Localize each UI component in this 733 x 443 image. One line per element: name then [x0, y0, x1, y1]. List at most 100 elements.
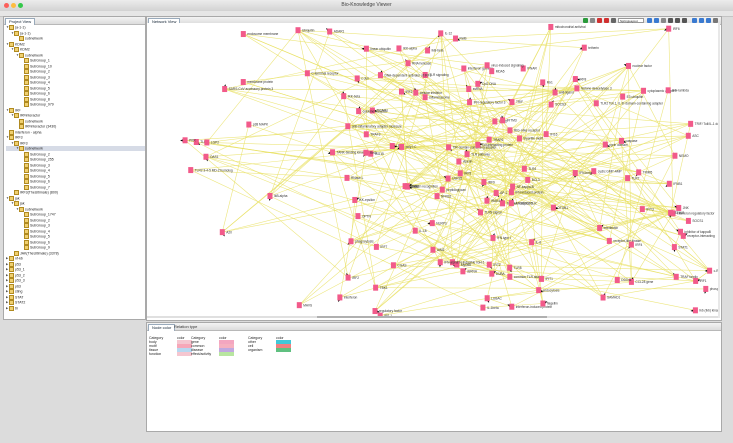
tree-item[interactable]: SubGroup_8 — [6, 96, 50, 102]
node-box[interactable] — [437, 259, 443, 266]
node-box[interactable] — [267, 192, 273, 199]
network-node[interactable]: IRF8 — [572, 76, 587, 83]
network-node[interactable]: IRF5 — [457, 170, 472, 177]
node-box[interactable] — [445, 175, 451, 182]
network-node[interactable]: NFKB1 — [402, 183, 420, 190]
node-box[interactable] — [330, 149, 336, 156]
network-node[interactable]: SAMHD1 — [600, 292, 621, 301]
node-box[interactable] — [422, 94, 428, 101]
network-node[interactable]: TLR4 — [521, 165, 537, 172]
network-node[interactable]: AIM2 — [430, 246, 445, 253]
network-node[interactable]: TRAF3 — [363, 131, 381, 138]
tree-item[interactable]: JAK(TheUltimate) (3378) — [6, 250, 59, 256]
network-node[interactable]: linear ubiquitin — [361, 45, 391, 52]
node-box[interactable] — [475, 141, 481, 148]
node-box[interactable] — [460, 268, 466, 275]
network-node[interactable]: phosphoinositide kinase PI3K — [703, 285, 718, 294]
tree-item[interactable]: subnetwork — [6, 118, 43, 124]
network-node[interactable]: PKR — [180, 137, 196, 144]
tree-item[interactable]: ▼ subnetwork — [6, 206, 43, 212]
node-box[interactable] — [636, 169, 642, 176]
tree-item[interactable]: ▶ p53 — [6, 261, 21, 267]
network-node[interactable]: IRF9 — [481, 179, 495, 187]
node-box[interactable] — [680, 232, 686, 239]
node-box[interactable] — [671, 244, 677, 251]
tree-item[interactable]: ▼ (a-1-1) — [6, 30, 31, 36]
tab-project-view[interactable]: Project View — [5, 18, 36, 25]
network-node[interactable]: peptidoglycan — [439, 186, 466, 193]
tree-item[interactable]: ▼ IRFinteractor — [6, 113, 40, 118]
node-box[interactable] — [676, 204, 682, 211]
node-box[interactable] — [685, 217, 691, 224]
tree-item[interactable]: SubGroup_6 — [6, 91, 50, 96]
node-box[interactable] — [402, 183, 408, 190]
network-node[interactable]: anti-inflammatory adapter molecule — [345, 123, 402, 130]
node-box[interactable] — [525, 176, 531, 183]
node-box[interactable] — [529, 239, 535, 246]
tree-item[interactable]: SubGroup_2 — [6, 69, 50, 74]
node-box[interactable] — [222, 86, 228, 93]
network-node[interactable]: regulatory factor — [372, 308, 403, 315]
node-box[interactable] — [438, 30, 444, 37]
node-box[interactable] — [507, 273, 513, 280]
tree-item[interactable]: ▶ sting — [6, 289, 22, 294]
tree-item[interactable]: SubGroup_4 — [6, 80, 50, 85]
legend-row[interactable]: organism — [248, 348, 291, 352]
network-node[interactable]: IRF3 — [398, 88, 413, 95]
network-node[interactable]: TLR2 3-4-5 MD-2 homolog — [188, 167, 233, 174]
tree-item[interactable]: ▶ p53_1 — [6, 267, 25, 272]
legend-row[interactable]: function — [149, 352, 192, 356]
network-node[interactable]: OAS1 — [203, 153, 219, 162]
node-box[interactable] — [304, 70, 310, 77]
legend-color-swatch[interactable] — [276, 348, 291, 352]
node-box[interactable] — [182, 137, 188, 144]
node-box[interactable] — [475, 80, 481, 87]
node-box[interactable] — [345, 123, 351, 130]
node-box[interactable] — [641, 87, 647, 94]
tree-item[interactable]: SubGroup_3 — [6, 74, 50, 80]
tree-item[interactable]: SubGroup_4 — [6, 228, 50, 234]
node-box[interactable] — [620, 93, 626, 100]
node-box[interactable] — [591, 168, 597, 175]
network-node[interactable]: SARS-CoV accessory protein 3 — [222, 84, 273, 93]
node-box[interactable] — [480, 304, 486, 311]
node-box[interactable] — [327, 28, 333, 35]
node-box[interactable] — [246, 121, 252, 128]
network-node[interactable]: A20 — [219, 229, 232, 237]
node-box[interactable] — [500, 117, 506, 124]
node-box[interactable] — [540, 300, 546, 307]
node-box[interactable] — [337, 294, 343, 301]
network-node[interactable]: NFKB2 — [434, 193, 452, 200]
node-box[interactable] — [363, 131, 369, 138]
node-box[interactable] — [500, 200, 506, 207]
tree-item[interactable]: SubGroup_979 — [6, 102, 54, 107]
network-node[interactable]: IFIT3 — [639, 206, 654, 213]
node-box[interactable] — [509, 303, 515, 310]
network-node[interactable]: IKK-beta — [341, 91, 360, 100]
network-node[interactable]: ADAR1 — [325, 28, 345, 35]
tree-item[interactable]: ▶ nf-kb — [6, 256, 23, 261]
network-node[interactable]: IKK-epsilon — [352, 196, 375, 203]
network-node[interactable]: IRF1 — [693, 277, 707, 284]
tree-item[interactable]: SubGroup_9 — [6, 245, 50, 250]
node-box[interactable] — [536, 287, 542, 294]
network-node[interactable]: TRIF/ Toll/IL-1 domain-containing adapte… — [688, 120, 718, 127]
network-node[interactable]: NEMO — [672, 152, 689, 159]
network-node[interactable]: USP25 — [443, 175, 463, 182]
network-node[interactable]: flagellin — [540, 300, 558, 307]
node-box[interactable] — [296, 302, 302, 309]
tree-item[interactable]: SubGroup_5 — [6, 173, 50, 179]
node-box[interactable] — [509, 99, 515, 106]
node-box[interactable] — [508, 200, 514, 207]
tree-item[interactable]: ▼ jak — [6, 201, 24, 206]
node-box[interactable] — [396, 45, 402, 52]
node-box[interactable] — [510, 183, 516, 190]
network-node[interactable]: STING — [668, 209, 685, 218]
node-box[interactable] — [665, 87, 671, 94]
network-node[interactable]: histone deacetylase 3 — [574, 85, 612, 92]
node-box[interactable] — [363, 45, 369, 52]
tree-item[interactable]: ▼ subnetwork — [6, 146, 145, 151]
node-box[interactable] — [398, 88, 404, 95]
node-box[interactable] — [356, 108, 362, 115]
node-box[interactable] — [685, 132, 691, 139]
